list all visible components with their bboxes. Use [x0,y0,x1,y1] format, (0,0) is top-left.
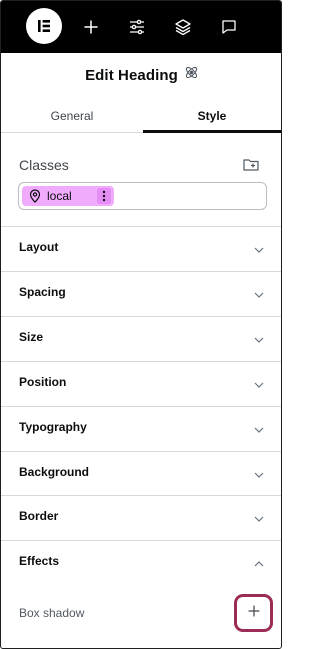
layers-icon[interactable] [171,15,195,39]
elementor-logo-icon[interactable] [26,8,62,44]
section-label: Layout [19,240,59,254]
plus-icon [247,604,261,623]
section-label: Size [19,330,44,344]
comment-icon[interactable] [217,15,241,39]
section-effects[interactable]: Effects [1,540,281,584]
class-chip-local[interactable]: local [22,186,114,206]
section-label: Background [19,465,90,479]
section-label: Spacing [19,285,66,299]
map-pin-icon [28,189,42,203]
folder-plus-icon[interactable] [242,156,260,174]
section-border[interactable]: Border [1,495,281,539]
section-label: Effects [19,554,60,568]
chevron-down-icon [253,243,265,255]
panel-tabs: General Style [1,99,281,133]
atomic-element-icon [184,65,199,85]
section-label: Border [19,509,59,523]
chevron-down-icon [253,512,265,524]
tab-style[interactable]: Style [143,99,281,133]
more-vertical-icon[interactable] [97,188,111,204]
page-title: Edit Heading [85,66,178,84]
editor-panel: Edit Heading General Style Classes local… [0,0,282,649]
add-box-shadow-button[interactable] [241,600,267,626]
chevron-up-icon [253,557,265,569]
section-label: Typography [19,420,87,434]
chevron-down-icon [253,333,265,345]
plus-icon[interactable] [79,15,103,39]
chevron-down-icon [253,288,265,300]
tab-general[interactable]: General [1,99,143,133]
section-label: Position [19,375,67,389]
classes-selector-input[interactable]: local [18,182,267,210]
chevron-down-icon [253,423,265,435]
section-size[interactable]: Size [1,316,281,360]
chevron-down-icon [253,378,265,390]
class-chip-label: local [47,189,72,203]
active-tab-indicator [143,130,281,133]
box-shadow-label: Box shadow [19,606,85,620]
add-box-shadow-highlight [234,594,273,632]
classes-label: Classes [19,157,69,173]
section-layout[interactable]: Layout [1,226,281,270]
panel-header: Edit Heading [1,61,281,89]
sliders-icon[interactable] [125,15,149,39]
section-background[interactable]: Background [1,451,281,495]
section-typography[interactable]: Typography [1,406,281,450]
chevron-down-icon [253,468,265,480]
section-spacing[interactable]: Spacing [1,271,281,315]
top-toolbar [1,1,281,53]
section-position[interactable]: Position [1,361,281,405]
